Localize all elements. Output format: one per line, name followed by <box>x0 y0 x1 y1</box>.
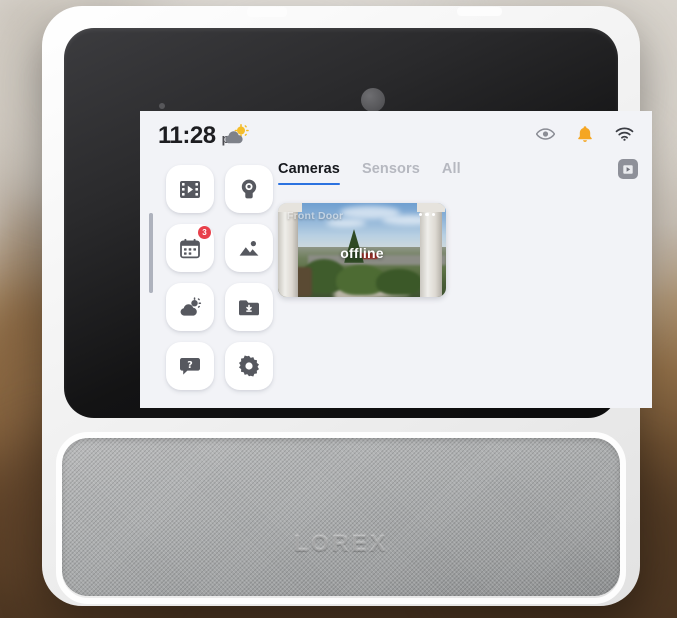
thumbnail-shrub <box>376 269 422 295</box>
sidebar-item-weather[interactable] <box>166 283 214 331</box>
ambient-light-sensor-icon <box>159 103 165 109</box>
more-dot <box>418 213 423 217</box>
notification-bell-icon[interactable] <box>577 125 593 148</box>
main-content: Cameras Sensors All Front Door offline <box>278 159 638 401</box>
more-dot <box>425 213 429 217</box>
tab-sensors[interactable]: Sensors <box>362 161 420 185</box>
status-icon-group <box>535 125 634 148</box>
clock-time: 11:28 <box>158 122 216 149</box>
sidebar-item-camera[interactable] <box>225 165 273 213</box>
status-bar: 11:28 pm <box>140 111 652 159</box>
privacy-eye-icon[interactable] <box>535 127 556 146</box>
gear-icon <box>238 355 260 377</box>
camera-name-label: Front Door <box>287 210 344 222</box>
svg-text:?: ? <box>187 360 193 371</box>
camera-status-badge: offline <box>340 245 384 261</box>
sidebar-item-settings[interactable] <box>225 342 273 390</box>
device-top-lip <box>457 7 502 16</box>
smart-display-device: 11:28 pm <box>42 6 652 606</box>
tab-cameras[interactable]: Cameras <box>278 161 340 185</box>
device-top-lip <box>247 7 287 17</box>
camera-card-front-door[interactable]: Front Door offline <box>278 203 446 297</box>
sidebar-item-live-video[interactable] <box>166 165 214 213</box>
tab-all[interactable]: All <box>442 161 461 185</box>
tab-bar: Cameras Sensors All <box>278 159 638 193</box>
events-badge: 3 <box>198 226 211 239</box>
speaker-grille: LOREX <box>62 438 620 596</box>
image-icon <box>238 238 260 258</box>
more-options-icon[interactable] <box>416 210 438 219</box>
brand-logo: LOREX <box>293 530 389 556</box>
sidebar-scrollbar[interactable] <box>149 213 153 293</box>
cloud-sun-icon <box>179 297 202 317</box>
sidebar-item-gallery[interactable] <box>225 224 273 272</box>
folder-download-icon <box>238 298 260 317</box>
sidebar-scrollbar-thumb[interactable] <box>149 213 153 293</box>
help-bubble-icon: ? <box>179 356 201 376</box>
sidebar-item-downloads[interactable] <box>225 283 273 331</box>
tab-list: Cameras Sensors All <box>278 161 461 185</box>
playback-video-icon[interactable] <box>618 159 638 179</box>
sidebar: 3 ? <box>149 161 273 401</box>
device-screen: 11:28 pm <box>140 111 652 408</box>
sidebar-item-help[interactable]: ? <box>166 342 214 390</box>
camera-lens-icon <box>361 88 385 112</box>
more-dot <box>431 213 435 217</box>
sidebar-tile-grid: 3 ? <box>166 165 273 390</box>
dome-camera-icon <box>238 178 260 200</box>
film-strip-play-icon <box>179 180 201 199</box>
wifi-icon[interactable] <box>615 127 634 146</box>
scene: 11:28 pm <box>0 0 677 618</box>
calendar-icon <box>179 238 201 259</box>
partly-cloudy-icon <box>223 124 249 144</box>
sidebar-item-events-calendar[interactable]: 3 <box>166 224 214 272</box>
